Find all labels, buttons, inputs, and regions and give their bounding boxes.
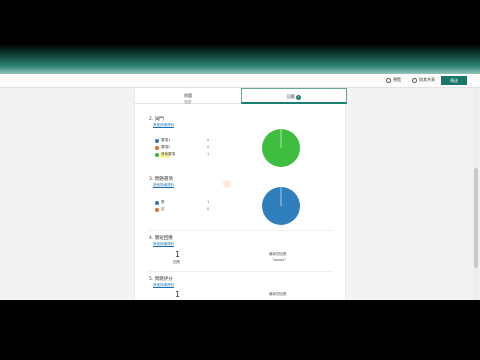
scrollbar-thumb[interactable] <box>474 168 478 268</box>
tab-bar: 問題 回答 回應 1 <box>135 88 347 104</box>
legend-item: 選項1 <box>155 138 170 143</box>
mouse-cursor-highlight <box>223 180 231 188</box>
pie-chart <box>262 187 300 225</box>
send-button[interactable]: 傳送 <box>441 76 467 85</box>
latest-response-value: "aaaaa" <box>272 258 286 262</box>
tab-responses[interactable]: 回應 1 <box>241 88 347 104</box>
window-header-band <box>0 44 480 78</box>
latest-response-label: 最新的回應 <box>269 292 287 296</box>
legend-item: 是 <box>155 200 165 205</box>
legend-item: 否 <box>155 207 165 212</box>
question-details-link[interactable]: 其他詳細資料 <box>153 183 174 188</box>
question-title: 2. 試門 <box>149 117 164 122</box>
legend-item: 其他選項 <box>155 152 175 157</box>
legend-dot <box>155 145 159 150</box>
tab-questions-label: 問題 <box>184 93 192 98</box>
legend-dot <box>155 200 159 205</box>
question-title: 3. 問題選項 <box>149 177 173 182</box>
question-details-link[interactable]: 其他詳細資料 <box>153 123 174 128</box>
legend-label: 其他選項 <box>161 152 175 156</box>
preview-label: 預覽 <box>393 77 401 82</box>
response-count-badge: 1 <box>296 94 302 100</box>
option-count: 0 <box>207 138 210 142</box>
question-details-link[interactable]: 其他詳細資料 <box>153 283 174 288</box>
responses-panel: 問題 回答 回應 1 2. 試門 其他詳細資料 選項1 0 選項2 0 其他選項… <box>134 88 347 300</box>
preview-button[interactable]: 預覽 <box>386 77 401 83</box>
legend-dot <box>155 138 159 143</box>
response-count: 1 <box>175 250 181 259</box>
legend-label: 否 <box>161 207 165 211</box>
divider <box>149 271 333 272</box>
pie-chart <box>262 129 300 167</box>
tab-questions-sub: 回答 <box>184 100 192 104</box>
option-count: 0 <box>207 207 210 211</box>
main-content: 問題 回答 回應 1 2. 試門 其他詳細資料 選項1 0 選項2 0 其他選項… <box>0 88 480 300</box>
question-title: 5. 問題評分 <box>149 277 173 282</box>
option-count: 1 <box>207 152 210 156</box>
question-title: 4. 簡短回應 <box>149 236 173 241</box>
option-count: 1 <box>207 200 210 204</box>
divider <box>149 230 333 231</box>
screen: 預覽 與其共享 傳送 問題 回答 回應 1 2. 試門 其他詳細資料 選項1 0… <box>0 0 480 360</box>
question-details-link[interactable]: 其他詳細資料 <box>153 242 174 247</box>
tab-questions[interactable]: 問題 回答 <box>135 88 241 104</box>
legend-label: 選項1 <box>161 138 171 142</box>
scrollbar[interactable] <box>473 88 479 300</box>
latest-response-label: 最新的回應 <box>269 252 287 256</box>
toolbar: 預覽 與其共享 <box>0 74 480 88</box>
legend-dot <box>155 207 159 212</box>
eye-icon <box>386 77 391 83</box>
share-label: 與其共享 <box>419 77 435 82</box>
people-icon <box>412 77 417 83</box>
legend-label: 選項2 <box>161 145 171 149</box>
legend-label: 是 <box>161 200 165 204</box>
share-collaborate-button[interactable]: 與其共享 <box>412 77 435 83</box>
legend-item: 選項2 <box>155 145 170 150</box>
response-count: 1 <box>175 290 181 299</box>
tab-responses-label: 回應 <box>286 94 295 99</box>
option-count: 0 <box>207 145 210 149</box>
legend-dot <box>155 152 159 157</box>
response-count-label: 回應 <box>173 260 180 264</box>
